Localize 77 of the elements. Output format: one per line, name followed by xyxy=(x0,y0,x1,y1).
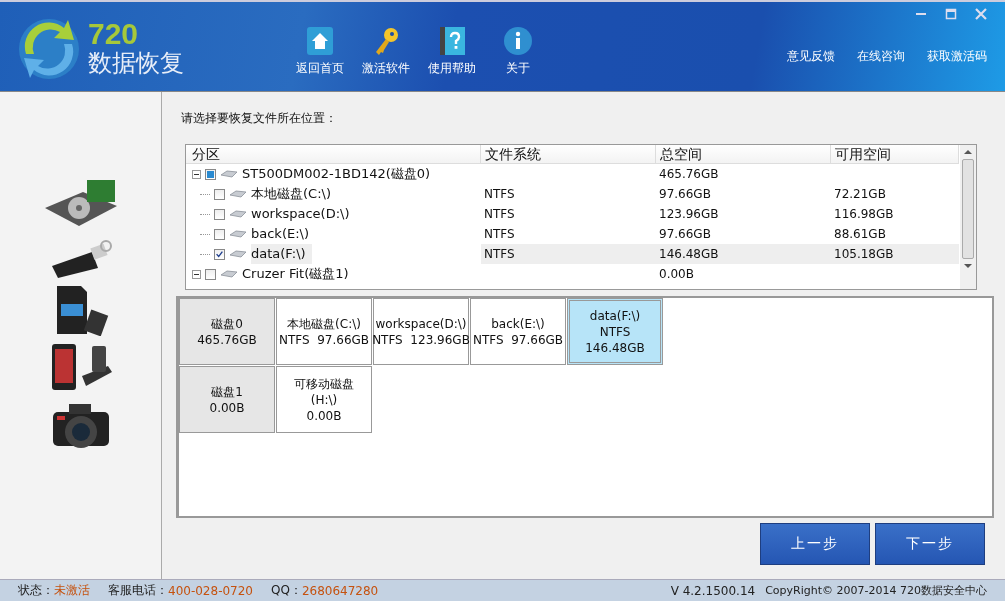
partition-name: back(E:\) xyxy=(251,225,310,243)
partition-name: 本地磁盘(C:\) xyxy=(251,185,332,203)
column-header[interactable]: 可用空间 xyxy=(831,145,959,163)
toolbar-button[interactable]: 激活软件 xyxy=(356,26,416,91)
header-link[interactable]: 在线咨询 xyxy=(857,48,905,65)
checkbox[interactable] xyxy=(214,188,225,200)
table-cell: 465.76GB xyxy=(659,167,719,181)
info-icon xyxy=(503,26,533,56)
partition-tile[interactable]: back(E:\) NTFS 97.66GB xyxy=(470,298,566,365)
header-link[interactable]: 意见反馈 xyxy=(787,48,835,65)
checkbox[interactable] xyxy=(205,268,216,280)
drive-icon xyxy=(229,209,247,219)
drive-icon xyxy=(229,249,247,259)
previous-button[interactable]: 上一步 xyxy=(760,523,870,565)
partition-tile[interactable]: 本地磁盘(C:\) NTFS 97.66GB xyxy=(276,298,372,365)
drive-icon xyxy=(229,229,247,239)
disk-tile[interactable]: 磁盘0 465.76GB xyxy=(179,298,275,365)
help-book-icon xyxy=(438,26,466,56)
table-cell: NTFS xyxy=(484,247,515,261)
partition-name: data(F:\) xyxy=(251,244,312,264)
collapse-icon[interactable] xyxy=(192,169,201,179)
partition-row[interactable]: Cruzer Fit(磁盘1) 0.00B xyxy=(186,264,959,284)
partition-name: ST500DM002-1BD142(磁盘0) xyxy=(242,165,432,183)
checkbox[interactable] xyxy=(214,208,225,220)
checkbox[interactable] xyxy=(214,248,225,260)
table-cell: 72.21GB xyxy=(834,187,886,201)
toolbar-button[interactable]: 返回首页 xyxy=(290,26,350,91)
maximize-icon[interactable] xyxy=(945,8,957,20)
table-cell: 123.96GB xyxy=(659,207,719,221)
table-cell: NTFS xyxy=(484,207,515,221)
table-cell: 88.61GB xyxy=(834,227,886,241)
version-text: V 4.2.1500.14 xyxy=(670,583,756,598)
collapse-icon[interactable] xyxy=(192,269,201,279)
table-cell: 97.66GB xyxy=(659,187,711,201)
status-value: 未激活 xyxy=(54,582,90,599)
phone-label: 客服电话： xyxy=(108,582,168,599)
header-link[interactable]: 获取激活码 xyxy=(927,48,987,65)
toolbar-button[interactable]: 使用帮助 xyxy=(422,26,482,91)
logo-number: 720 xyxy=(88,18,140,49)
partition-tile[interactable]: 可移动磁盘 (H:\) 0.00B xyxy=(276,366,372,433)
qq-number: 2680647280 xyxy=(301,583,379,598)
drive-icon xyxy=(220,269,238,279)
partition-row[interactable]: ST500DM002-1BD142(磁盘0) 465.76GB xyxy=(186,164,959,184)
checkbox[interactable] xyxy=(214,228,225,240)
partition-row[interactable]: workspace(D:\) NTFS 123.96GB 116.98GB xyxy=(186,204,959,224)
qq-label: QQ： xyxy=(271,582,302,599)
checkbox[interactable] xyxy=(205,168,216,180)
partition-row[interactable]: data(F:\) NTFS 146.48GB 105.18GB xyxy=(186,244,959,264)
partition-name: workspace(D:\) xyxy=(251,205,351,223)
logo-title: 数据恢复 xyxy=(88,50,184,75)
partition-tile[interactable]: workspace(D:\) NTFS 123.96GB xyxy=(373,298,469,365)
column-header[interactable]: 分区 xyxy=(186,145,481,163)
scrollbar[interactable] xyxy=(960,145,976,289)
drive-icon xyxy=(220,169,238,179)
drive-icon xyxy=(229,189,247,199)
partition-name: Cruzer Fit(磁盘1) xyxy=(242,265,350,283)
prompt-text: 请选择要恢复文件所在位置： xyxy=(181,110,338,127)
disk-tile[interactable]: 磁盘1 0.00B xyxy=(179,366,275,433)
column-header[interactable]: 总空间 xyxy=(656,145,831,163)
partition-tile[interactable]: data(F:\) NTFS 146.48GB xyxy=(567,298,663,365)
partition-row[interactable]: 本地磁盘(C:\) NTFS 97.66GB 72.21GB xyxy=(186,184,959,204)
table-cell: 116.98GB xyxy=(834,207,894,221)
table-cell: 0.00B xyxy=(659,267,694,281)
phone-number: 400-028-0720 xyxy=(168,583,253,598)
status-label: 状态： xyxy=(18,582,54,599)
table-cell: 146.48GB xyxy=(659,247,719,261)
home-icon xyxy=(306,26,334,56)
table-cell: 97.66GB xyxy=(659,227,711,241)
copyright-text: CopyRight© 2007-2014 720数据安全中心 xyxy=(765,583,987,598)
close-icon[interactable] xyxy=(975,8,987,20)
table-cell: 105.18GB xyxy=(834,247,894,261)
column-header[interactable]: 文件系统 xyxy=(481,145,656,163)
table-cell: NTFS xyxy=(484,227,515,241)
partition-row[interactable]: back(E:\) NTFS 97.66GB 88.61GB xyxy=(186,224,959,244)
toolbar-button[interactable]: 关于 xyxy=(488,26,548,91)
next-button[interactable]: 下一步 xyxy=(875,523,985,565)
table-cell: NTFS xyxy=(484,187,515,201)
